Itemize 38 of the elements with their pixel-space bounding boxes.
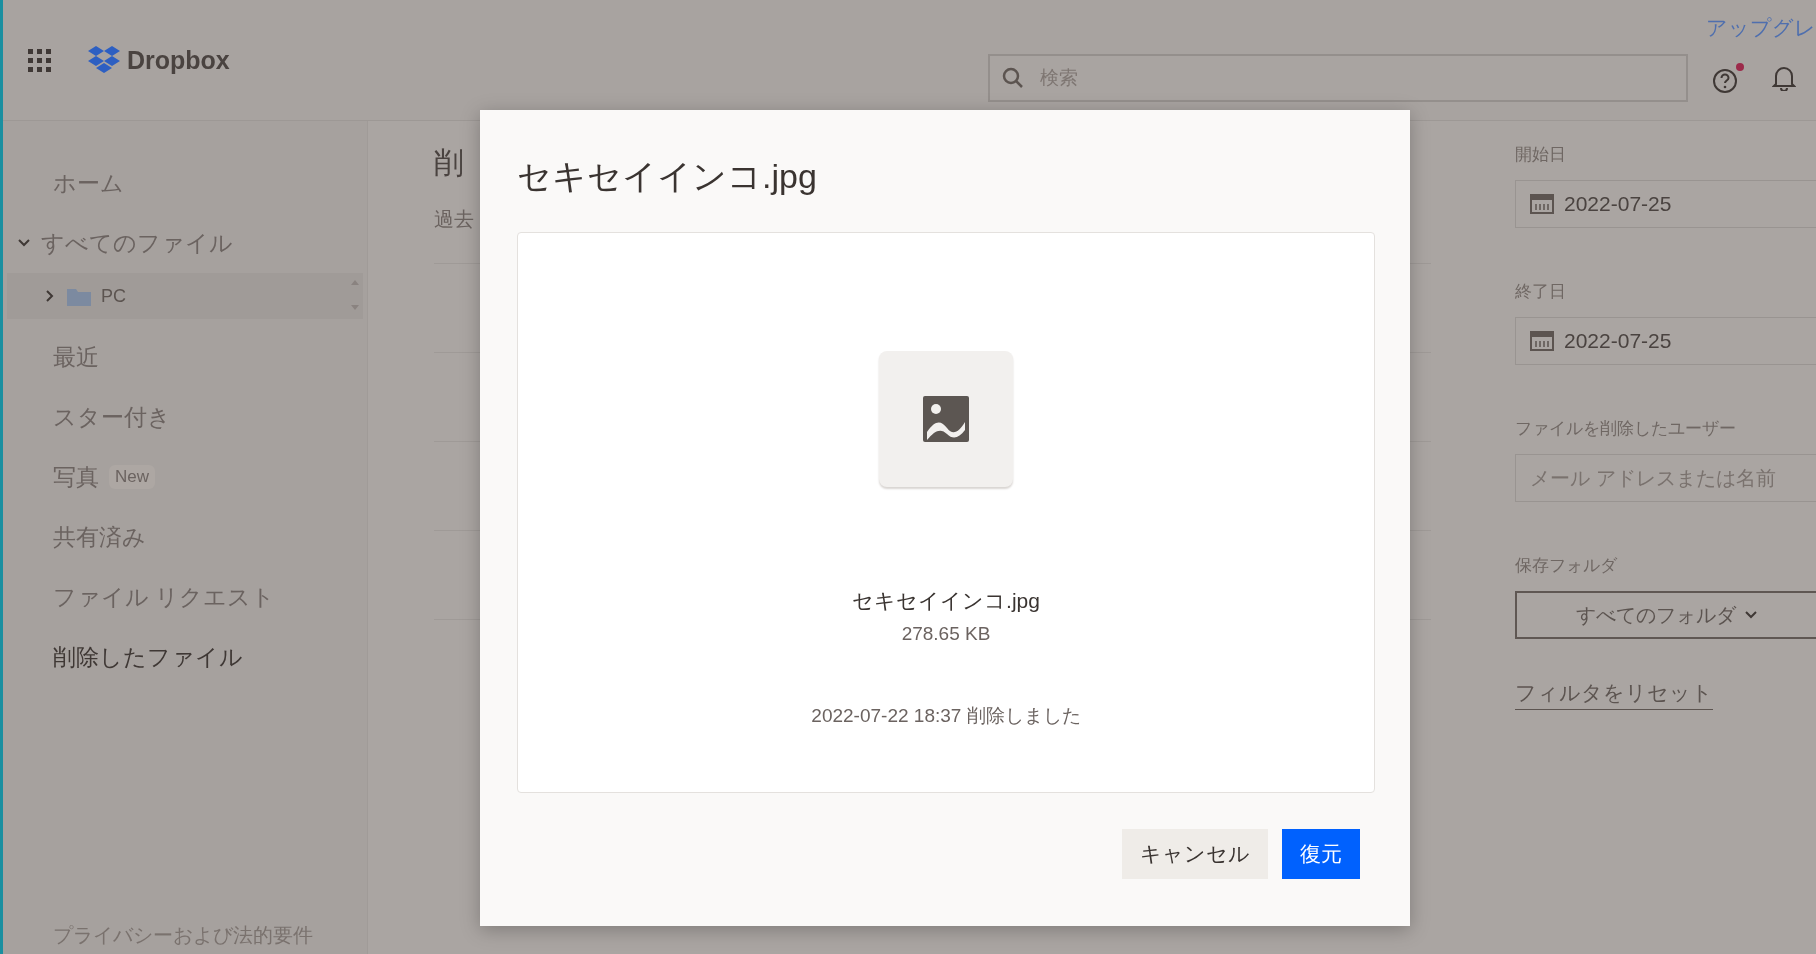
reset-filters-link[interactable]: フィルタをリセット	[1515, 679, 1713, 710]
search-icon	[1002, 67, 1024, 89]
new-badge: New	[109, 465, 155, 489]
dialog-title: セキセイインコ.jpg	[517, 156, 818, 197]
sidebar-item[interactable]: ホーム	[3, 153, 367, 213]
sidebar-item[interactable]: すべてのファイル	[3, 213, 367, 273]
calendar-icon	[1530, 194, 1554, 214]
logo-text[interactable]: Dropbox	[127, 45, 230, 75]
deleted-date: 2022-07-22 18:37 削除しました	[811, 704, 1081, 728]
folder-dropdown[interactable]: すべてのフォルダ	[1515, 591, 1816, 639]
logo-icon[interactable]	[87, 45, 121, 75]
file-size: 278.65 KB	[901, 623, 991, 645]
restore-button[interactable]: 復元	[1282, 829, 1360, 879]
file-name: セキセイインコ.jpg	[852, 588, 1040, 614]
sidebar-item[interactable]: 削除したファイル	[3, 627, 367, 687]
cancel-button[interactable]: キャンセル	[1122, 829, 1268, 879]
bell-icon[interactable]	[1772, 65, 1796, 91]
field-label: 保存フォルダ	[1515, 555, 1618, 577]
sidebar-item[interactable]: 最近	[3, 327, 367, 387]
page-description: 過去	[434, 207, 474, 232]
calendar-icon	[1530, 331, 1554, 351]
app-grid-icon[interactable]	[27, 48, 51, 72]
field-label: 終了日	[1515, 281, 1567, 303]
folder-icon	[67, 286, 91, 306]
sidebar-item[interactable]: 共有済み	[3, 507, 367, 567]
help-button[interactable]	[1712, 62, 1744, 94]
field-label: 開始日	[1515, 144, 1567, 166]
date-field[interactable]: 2022-07-25	[1515, 317, 1816, 365]
upgrade-link[interactable]: アップグレ	[1706, 14, 1816, 42]
date-field[interactable]: 2022-07-25	[1515, 180, 1816, 228]
field-label: ファイルを削除したユーザー	[1515, 418, 1737, 440]
sidebar-item[interactable]: スター付き	[3, 387, 367, 447]
sidebar-item[interactable]: 写真 New	[3, 447, 367, 507]
sidebar-item[interactable]: ファイル リクエスト	[3, 567, 367, 627]
caret-icon	[1743, 610, 1758, 620]
tree-item[interactable]: PC	[101, 285, 126, 307]
image-icon	[923, 396, 969, 442]
page-title: 削	[434, 145, 464, 181]
